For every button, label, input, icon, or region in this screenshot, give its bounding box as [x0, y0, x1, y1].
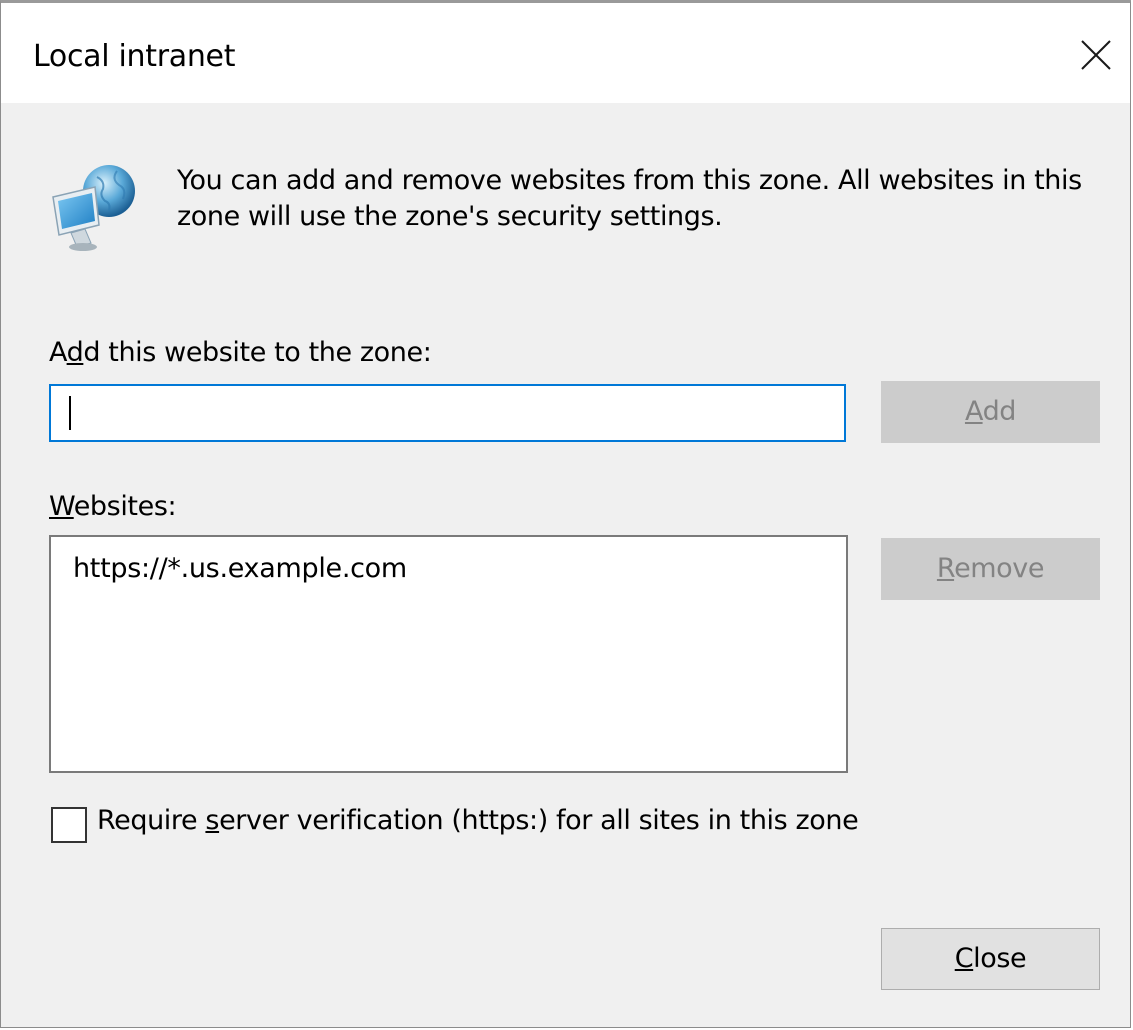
require-verification-label[interactable]: Require server verification (https:) for…	[97, 805, 859, 836]
remove-button[interactable]: Remove	[881, 538, 1100, 600]
add-button[interactable]: Add	[881, 381, 1100, 443]
dialog-title: Local intranet	[33, 39, 236, 74]
list-item[interactable]: https://*.us.example.com	[73, 553, 407, 584]
title-bar: Local intranet	[1, 3, 1130, 103]
websites-label: Websites:	[49, 491, 177, 522]
local-intranet-dialog: Local intranet You can add and remove we…	[0, 0, 1131, 1028]
close-icon[interactable]	[1070, 29, 1122, 81]
add-website-label: Add this website to the zone:	[49, 337, 432, 368]
websites-list[interactable]: https://*.us.example.com	[49, 535, 848, 773]
require-verification-checkbox[interactable]	[51, 807, 87, 843]
text-caret	[69, 396, 71, 430]
zone-description: You can add and remove websites from thi…	[177, 165, 1082, 232]
add-website-input[interactable]	[49, 384, 846, 442]
close-button[interactable]: Close	[881, 928, 1100, 990]
globe-computer-icon	[47, 163, 143, 253]
